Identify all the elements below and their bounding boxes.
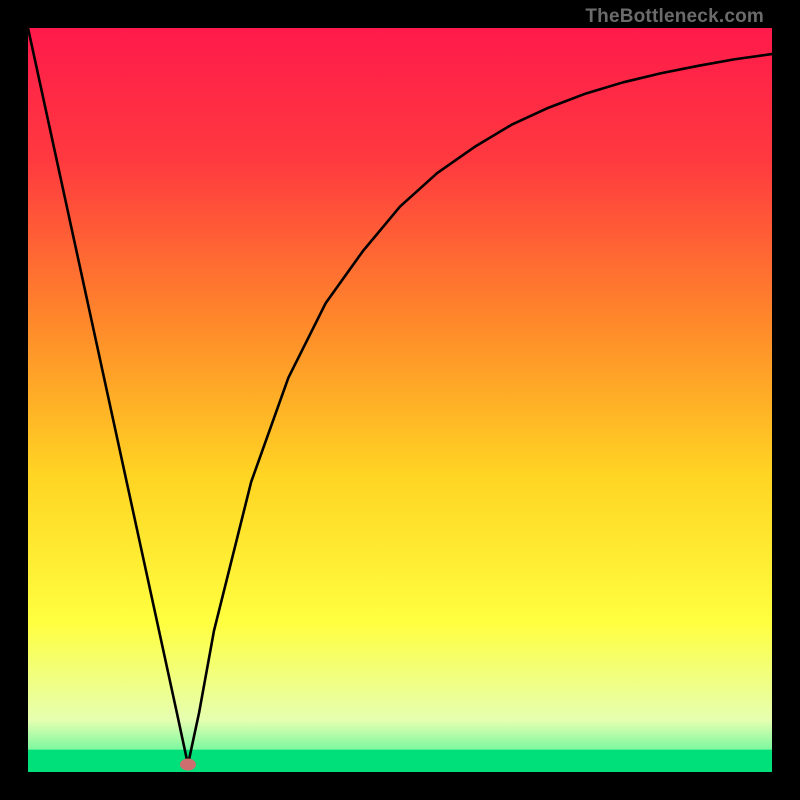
bottom-green-band xyxy=(28,750,772,772)
bottleneck-chart xyxy=(28,28,772,772)
gradient-background xyxy=(28,28,772,772)
chart-frame xyxy=(28,28,772,772)
attribution-label: TheBottleneck.com xyxy=(585,6,764,28)
optimal-point-marker xyxy=(180,759,196,771)
